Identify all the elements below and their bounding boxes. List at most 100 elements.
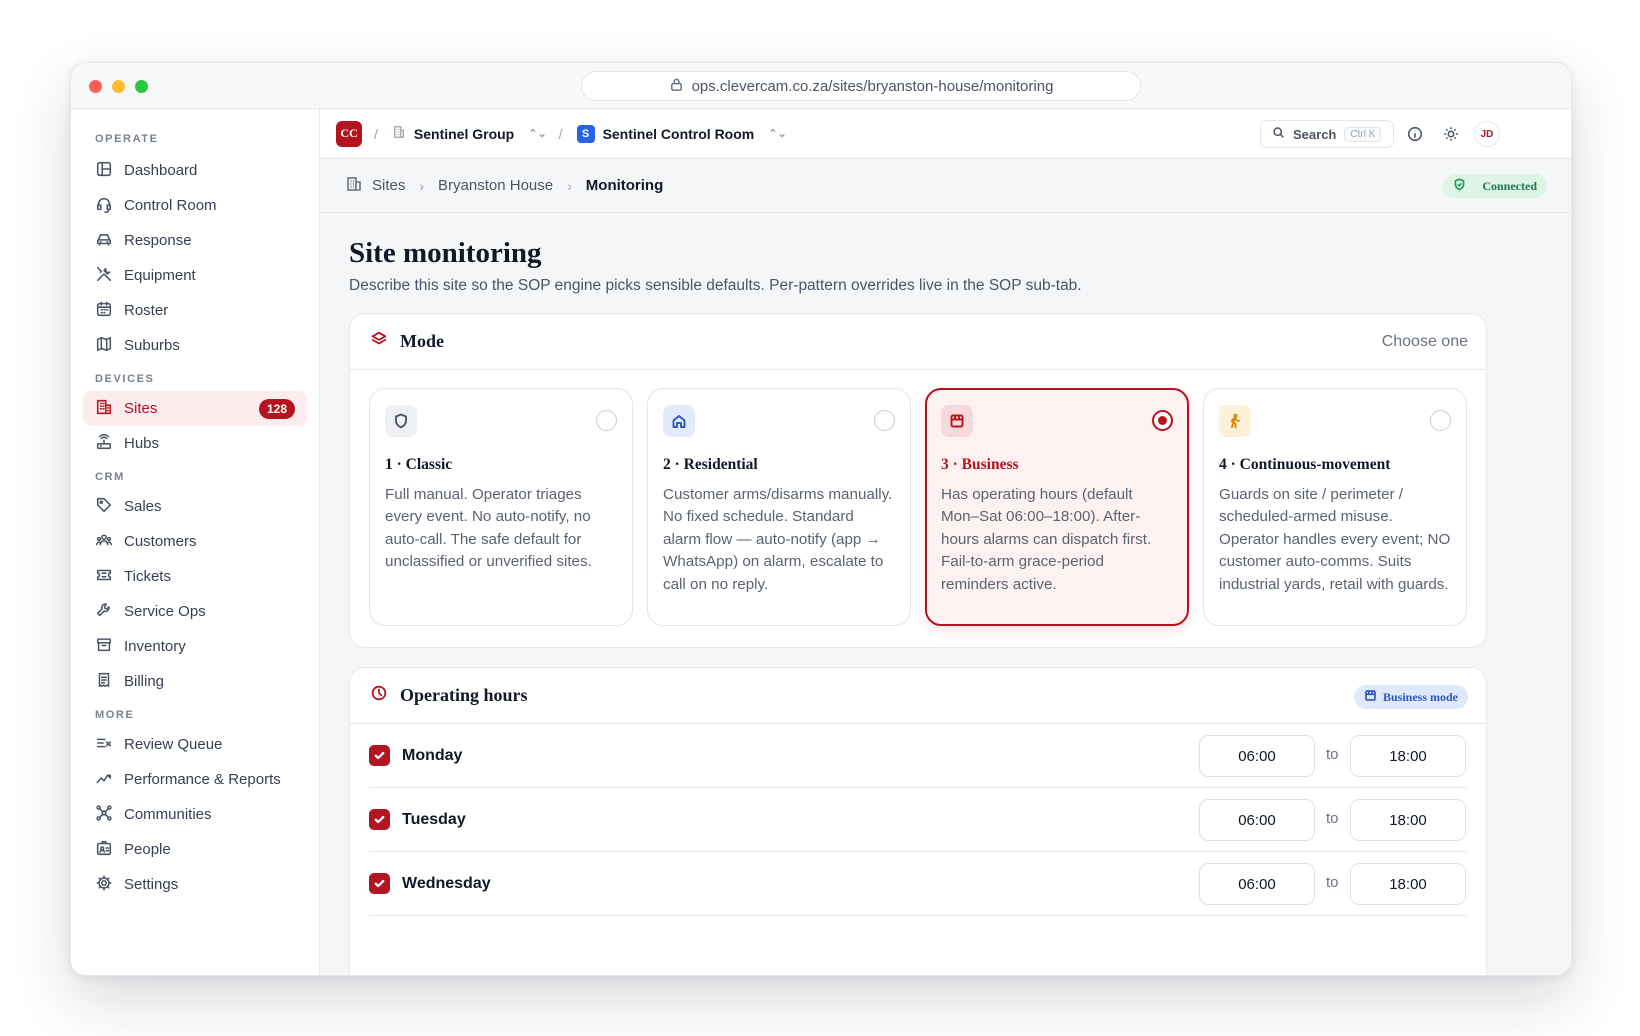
sidebar-item-label: Review Queue [124,736,223,753]
receipt-icon [95,671,113,693]
business-mode-badge: Business mode [1353,685,1468,709]
org-switcher[interactable]: Sentinel Group ⌃⌄ [392,125,547,142]
to-label: to [1326,746,1339,763]
sidebar-item-sites[interactable]: Sites 128 [83,391,307,426]
mode-radio[interactable] [1152,410,1173,431]
sidebar-item-review-queue[interactable]: Review Queue [83,727,307,762]
theme-toggle-sun-icon[interactable] [1441,124,1461,144]
sidebar-item-sales[interactable]: Sales [83,489,307,524]
breadcrumb-separator: / [558,125,563,142]
address-bar[interactable]: ops.clevercam.co.za/sites/bryanston-hous… [581,71,1141,101]
sidebar-item-label: Suburbs [124,337,180,354]
sidebar-item-label: Performance & Reports [124,771,281,788]
sidebar-item-label: Billing [124,673,165,690]
list-check-icon [95,734,113,756]
sidebar-item-hubs[interactable]: Hubs [83,426,307,461]
sidebar-item-label: Dashboard [124,162,198,179]
mode-card-hint: Choose one [1381,333,1468,350]
connection-status-badge: Connected [1443,174,1547,198]
sidebar-item-customers[interactable]: Customers [83,524,307,559]
browser-window: ops.clevercam.co.za/sites/bryanston-hous… [70,62,1572,976]
operating-hours-card: Operating hours Business mode Monday to … [349,667,1487,975]
avatar[interactable]: JD [1474,121,1500,147]
maximize-window-button[interactable] [135,80,148,93]
dashboard-icon [95,160,113,182]
check-icon [374,815,385,824]
search-icon [1272,126,1285,142]
shield-check-icon [1453,177,1476,195]
close-time-input[interactable] [1350,735,1466,777]
mode-option-classic[interactable]: 1 · Classic Full manual. Operator triage… [369,388,633,626]
sidebar-item-label: Equipment [124,267,196,284]
mode-radio[interactable] [874,410,895,431]
sidebar-item-label: Service Ops [124,603,206,620]
open-time-input[interactable] [1199,863,1315,905]
sidebar-item-label: Sales [124,498,162,515]
sidebar-item-control-room[interactable]: Control Room [83,188,307,223]
sidebar-item-billing[interactable]: Billing [83,664,307,699]
mode-option-description: Customer arms/disarms manually. No fixed… [663,486,893,593]
sidebar-item-dashboard[interactable]: Dashboard [83,153,307,188]
search-button[interactable]: Search Ctrl K [1260,120,1394,148]
sidebar-item-label: Inventory [124,638,186,655]
breadcrumb: Sites › Bryanston House › Monitoring Con… [320,159,1571,213]
sidebar-item-equipment[interactable]: Equipment [83,258,307,293]
mode-radio[interactable] [596,410,617,431]
sidebar-item-label: Roster [124,302,169,319]
sidebar-item-settings[interactable]: Settings [83,867,307,902]
info-icon[interactable] [1405,124,1425,144]
tools-icon [95,265,113,287]
sidebar-item-service-ops[interactable]: Service Ops [83,594,307,629]
close-time-input[interactable] [1350,863,1466,905]
hours-row-tuesday: Tuesday to [369,788,1467,852]
sidebar-item-suburbs[interactable]: Suburbs [83,328,307,363]
layers-icon [370,330,388,353]
close-window-button[interactable] [89,80,102,93]
page-title: Site monitoring [349,237,542,269]
day-checkbox[interactable] [369,809,390,830]
org-logo[interactable]: CC [336,120,362,147]
sidebar-item-label: Hubs [124,435,160,452]
mode-radio[interactable] [1430,410,1451,431]
sidebar-item-tickets[interactable]: Tickets [83,559,307,594]
sidebar-item-label: Settings [124,876,179,893]
day-checkbox[interactable] [369,745,390,766]
mode-option-business[interactable]: 3 · Business Has operating hours (defaul… [925,388,1189,626]
day-checkbox[interactable] [369,873,390,894]
home-icon [663,405,695,437]
open-time-input[interactable] [1199,799,1315,841]
operating-hours-title: Operating hours [400,685,528,705]
close-time-input[interactable] [1350,799,1466,841]
chevron-right-icon: › [419,177,425,194]
to-label: to [1326,810,1339,827]
sidebar-item-people[interactable]: People [83,832,307,867]
day-label: Wednesday [402,874,491,892]
sidebar-item-roster[interactable]: Roster [83,293,307,328]
sidebar-item-inventory[interactable]: Inventory [83,629,307,664]
network-icon [95,804,113,826]
headset-icon [95,195,113,217]
sites-count-badge: 128 [258,399,295,419]
building-icon [95,398,113,420]
sidebar-item-communities[interactable]: Communities [83,797,307,832]
sidebar-item-performance-reports[interactable]: Performance & Reports [83,762,307,797]
ticket-icon [95,566,113,588]
control-room-switcher[interactable]: S Sentinel Control Room ⌃⌄ [576,124,787,143]
sidebar-item-label: Control Room [124,197,217,214]
open-time-input[interactable] [1199,735,1315,777]
archive-icon [95,636,113,658]
id-card-icon [95,839,113,861]
section-label-devices: DEVICES [95,373,155,385]
minimize-window-button[interactable] [112,80,125,93]
wrench-icon [95,601,113,623]
sidebar-item-response[interactable]: Response [83,223,307,258]
mode-option-continuous-movement[interactable]: 4 · Continuous-movement Guards on site /… [1203,388,1467,626]
breadcrumb-site-link[interactable]: Bryanston House [438,177,553,194]
breadcrumb-sites-link[interactable]: Sites [372,177,405,194]
mode-option-title: 3 · Business [941,456,1019,473]
search-shortcut: Ctrl K [1344,126,1382,142]
building-icon [392,125,406,142]
mode-card-title: Mode [400,331,444,351]
mode-options: 1 · Classic Full manual. Operator triage… [369,388,1467,626]
mode-option-residential[interactable]: 2 · Residential Customer arms/disarms ma… [647,388,911,626]
